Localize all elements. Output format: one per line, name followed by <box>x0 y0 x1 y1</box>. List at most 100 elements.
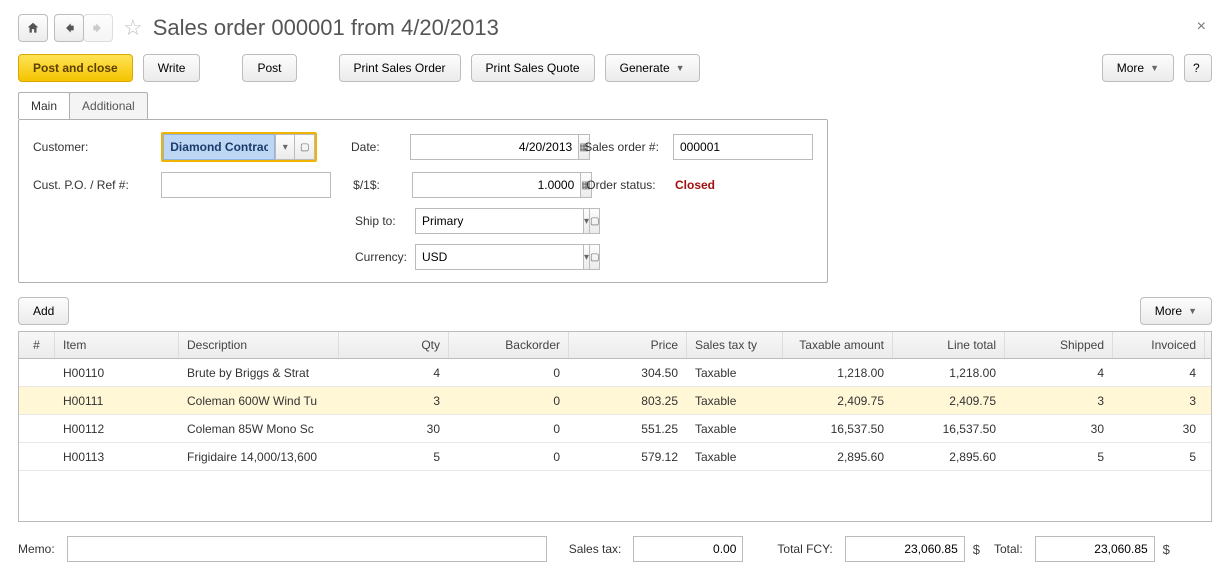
help-button[interactable]: ? <box>1184 54 1212 82</box>
generate-label: Generate <box>620 61 670 75</box>
chevron-down-icon: ▾ <box>584 252 589 263</box>
currency-open-button[interactable]: ▢ <box>590 244 600 270</box>
col-item[interactable]: Item <box>55 332 179 358</box>
chevron-down-icon: ▼ <box>1188 306 1197 316</box>
sales-order-no-label: Sales order #: <box>584 140 673 154</box>
tab-additional[interactable]: Additional <box>69 92 148 119</box>
customer-label: Customer: <box>33 140 161 154</box>
lineitems-more-label: More <box>1155 304 1182 318</box>
print-sales-order-button[interactable]: Print Sales Order <box>339 54 461 82</box>
cust-po-label: Cust. P.O. / Ref #: <box>33 178 161 192</box>
cell: 4 <box>1113 366 1205 380</box>
table-row[interactable]: H00113Frigidaire 14,000/13,60050579.12Ta… <box>19 443 1211 471</box>
sales-tax-input[interactable] <box>633 536 743 562</box>
page-title: Sales order 000001 from 4/20/2013 <box>153 15 499 41</box>
ship-to-open-button[interactable]: ▢ <box>590 208 600 234</box>
order-status-label: Order status: <box>586 178 675 192</box>
col-shipped[interactable]: Shipped <box>1005 332 1113 358</box>
total-currency-symbol: $ <box>1163 542 1170 557</box>
total-fcy-input[interactable] <box>845 536 965 562</box>
currency-dropdown-button[interactable]: ▾ <box>583 244 590 270</box>
cell: 5 <box>1113 450 1205 464</box>
cell: 0 <box>449 366 569 380</box>
table-row[interactable]: H00111Coleman 600W Wind Tu30803.25Taxabl… <box>19 387 1211 415</box>
col-line-total[interactable]: Line total <box>893 332 1005 358</box>
date-label: Date: <box>351 140 410 154</box>
chevron-down-icon: ▾ <box>283 142 288 153</box>
fcy-currency-symbol: $ <box>973 542 980 557</box>
tab-main[interactable]: Main <box>18 92 70 119</box>
cell: Taxable <box>687 422 783 436</box>
ship-to-dropdown-button[interactable]: ▾ <box>583 208 590 234</box>
col-description[interactable]: Description <box>179 332 339 358</box>
cell: 1,218.00 <box>893 366 1005 380</box>
ship-to-input[interactable] <box>415 208 583 234</box>
back-button[interactable] <box>54 14 84 42</box>
sales-order-no-input[interactable] <box>673 134 813 160</box>
arrow-left-icon <box>62 21 76 35</box>
print-sales-quote-button[interactable]: Print Sales Quote <box>471 54 595 82</box>
chevron-down-icon: ▼ <box>1150 63 1159 73</box>
cell: 2,895.60 <box>783 450 893 464</box>
arrow-right-icon <box>91 21 105 35</box>
cell: 0 <box>449 450 569 464</box>
cell: 30 <box>339 422 449 436</box>
more-button[interactable]: More ▼ <box>1102 54 1174 82</box>
cell: 3 <box>339 394 449 408</box>
customer-open-button[interactable]: ▢ <box>295 134 315 160</box>
cell: 803.25 <box>569 394 687 408</box>
total-input[interactable] <box>1035 536 1155 562</box>
currency-input[interactable] <box>415 244 583 270</box>
customer-input[interactable] <box>163 134 275 160</box>
more-label: More <box>1117 61 1144 75</box>
lineitems-grid[interactable]: # Item Description Qty Backorder Price S… <box>18 331 1212 522</box>
cell: Taxable <box>687 450 783 464</box>
table-row[interactable]: H00112Coleman 85W Mono Sc300551.25Taxabl… <box>19 415 1211 443</box>
currency-label: Currency: <box>355 250 415 264</box>
customer-dropdown-button[interactable]: ▾ <box>275 134 295 160</box>
add-line-button[interactable]: Add <box>18 297 69 325</box>
memo-input[interactable] <box>67 536 547 562</box>
cust-po-input[interactable] <box>161 172 331 198</box>
post-and-close-button[interactable]: Post and close <box>18 54 133 82</box>
write-button[interactable]: Write <box>143 54 201 82</box>
home-button[interactable] <box>18 14 48 42</box>
date-input[interactable] <box>410 134 578 160</box>
rate-input[interactable] <box>412 172 580 198</box>
cell: 0 <box>449 394 569 408</box>
cell: Coleman 85W Mono Sc <box>179 422 339 436</box>
col-price[interactable]: Price <box>569 332 687 358</box>
close-button[interactable]: × <box>1197 18 1206 36</box>
col-invoiced[interactable]: Invoiced <box>1113 332 1205 358</box>
cell: Taxable <box>687 394 783 408</box>
generate-button[interactable]: Generate▼ <box>605 54 700 82</box>
chevron-down-icon: ▾ <box>584 216 589 227</box>
cell: 16,537.50 <box>893 422 1005 436</box>
cell: 2,409.75 <box>783 394 893 408</box>
cell: 2,895.60 <box>893 450 1005 464</box>
cell: 5 <box>1005 450 1113 464</box>
col-num[interactable]: # <box>19 332 55 358</box>
rate-label: $/1$: <box>353 178 412 192</box>
favorite-star-icon[interactable]: ☆ <box>123 15 143 41</box>
cell: 5 <box>339 450 449 464</box>
cell: 304.50 <box>569 366 687 380</box>
cell: 16,537.50 <box>783 422 893 436</box>
cell: H00110 <box>55 366 179 380</box>
col-sales-tax[interactable]: Sales tax ty <box>687 332 783 358</box>
total-label: Total: <box>994 542 1023 556</box>
order-status-value: Closed <box>675 178 715 192</box>
home-icon <box>26 21 40 35</box>
cell: 3 <box>1113 394 1205 408</box>
col-backorder[interactable]: Backorder <box>449 332 569 358</box>
col-qty[interactable]: Qty <box>339 332 449 358</box>
table-row[interactable]: H00110Brute by Briggs & Strat40304.50Tax… <box>19 359 1211 387</box>
cell: H00112 <box>55 422 179 436</box>
cell: 4 <box>339 366 449 380</box>
col-taxable-amount[interactable]: Taxable amount <box>783 332 893 358</box>
lineitems-more-button[interactable]: More ▼ <box>1140 297 1212 325</box>
post-button[interactable]: Post <box>242 54 296 82</box>
forward-button[interactable] <box>83 14 113 42</box>
open-icon: ▢ <box>590 252 599 263</box>
cell: 30 <box>1005 422 1113 436</box>
